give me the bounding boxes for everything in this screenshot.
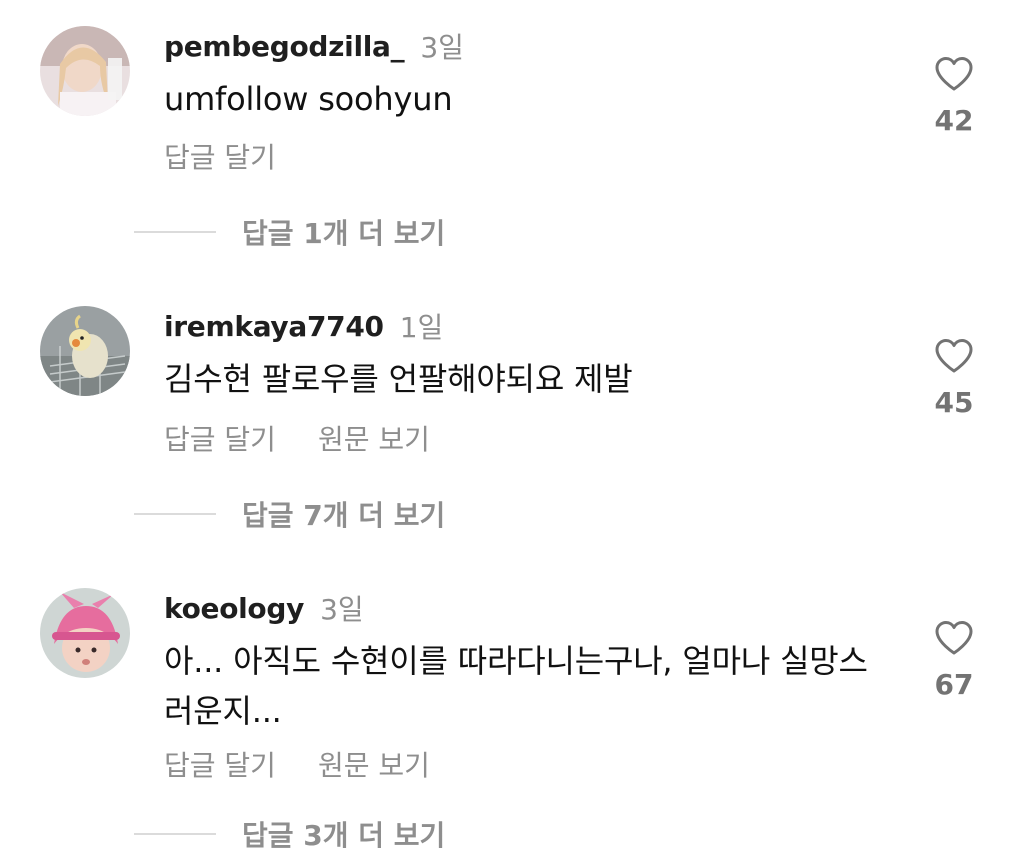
comment-header: pembegodzilla_ 3일 — [164, 26, 464, 66]
see-original-button[interactable]: 원문 보기 — [318, 744, 430, 784]
comment-header: koeology 3일 — [164, 588, 364, 628]
avatar-image — [40, 26, 130, 116]
view-more-replies-button[interactable]: 답글 3개 더 보기 — [134, 814, 445, 854]
avatar[interactable] — [40, 588, 130, 678]
comment-actions: 답글 달기 원문 보기 — [164, 418, 430, 458]
comment-time: 3일 — [320, 593, 364, 626]
reply-button[interactable]: 답글 달기 — [164, 744, 276, 784]
comment-time: 3일 — [420, 31, 464, 64]
avatar[interactable] — [40, 26, 130, 116]
username[interactable]: koeology — [164, 592, 304, 625]
heart-outline-icon[interactable] — [934, 620, 974, 656]
comment-text: umfollow soohyun — [164, 80, 453, 118]
comment-text: 김수현 팔로우를 언팔해야되요 제발 — [164, 360, 633, 398]
comment-actions: 답글 달기 원문 보기 — [164, 744, 430, 784]
like-group: 67 — [920, 620, 988, 701]
divider-line — [134, 833, 216, 835]
comment-text: 아... 아직도 수현이를 따라다니는구나, 얼마나 실망스러운지... — [164, 642, 868, 730]
divider-line — [134, 513, 216, 515]
heart-outline-icon[interactable] — [934, 338, 974, 374]
reply-button[interactable]: 답글 달기 — [164, 136, 276, 176]
username[interactable]: pembegodzilla_ — [164, 30, 405, 63]
avatar-image — [40, 588, 130, 678]
view-more-replies-button[interactable]: 답글 7개 더 보기 — [134, 494, 445, 534]
comment-header: iremkaya7740 1일 — [164, 306, 443, 346]
heart-outline-icon[interactable] — [934, 56, 974, 92]
like-group: 42 — [920, 56, 988, 137]
username[interactable]: iremkaya7740 — [164, 310, 384, 343]
avatar[interactable] — [40, 306, 130, 396]
like-count: 42 — [934, 104, 974, 137]
comment-time: 1일 — [399, 311, 444, 344]
view-more-replies-label: 답글 3개 더 보기 — [242, 819, 446, 852]
like-group: 45 — [920, 338, 988, 419]
like-count: 45 — [934, 386, 974, 419]
divider-line — [134, 231, 216, 233]
reply-button[interactable]: 답글 달기 — [164, 418, 276, 458]
view-more-replies-button[interactable]: 답글 1개 더 보기 — [134, 212, 445, 252]
view-more-replies-label: 답글 1개 더 보기 — [242, 217, 446, 250]
avatar-image — [40, 306, 130, 396]
comment-actions: 답글 달기 — [164, 136, 276, 176]
see-original-button[interactable]: 원문 보기 — [318, 418, 430, 458]
view-more-replies-label: 답글 7개 더 보기 — [242, 499, 446, 532]
like-count: 67 — [934, 668, 974, 701]
